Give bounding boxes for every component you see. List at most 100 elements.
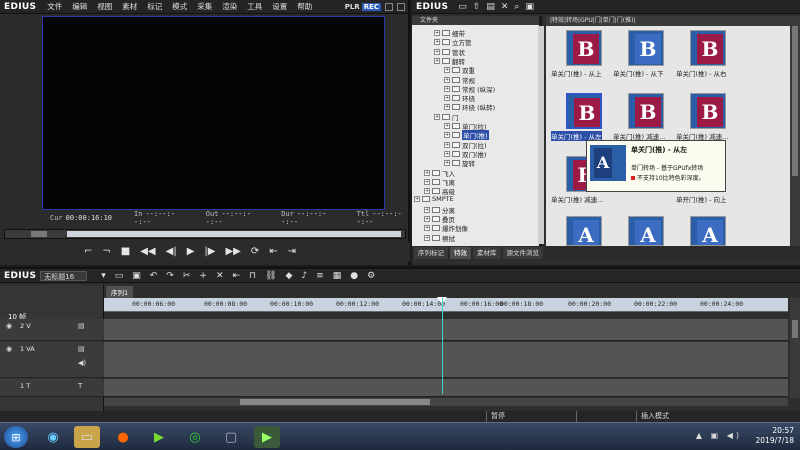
properties-icon[interactable]: ▣ — [525, 2, 534, 12]
cut-icon[interactable]: ✂ — [183, 271, 191, 281]
expand-icon[interactable]: + — [434, 30, 440, 36]
system-tray[interactable]: ▲ ▣ ◀) — [696, 431, 742, 440]
delete-icon[interactable]: ✕ — [216, 271, 224, 281]
menu-settings[interactable]: 设置 — [267, 1, 292, 12]
bin-scroll-thumb[interactable] — [792, 26, 798, 176]
playhead-line[interactable] — [442, 298, 443, 394]
tree-item[interactable]: + 擦拭 — [424, 233, 455, 243]
insert-icon[interactable]: ⇤ — [269, 247, 277, 257]
sequence-tab[interactable]: 序列1 — [106, 286, 134, 298]
menu-marker[interactable]: 标记 — [142, 1, 167, 12]
taskbar-clock[interactable]: 20:57 2019/7/18 — [756, 426, 794, 446]
tab-sequence-markers[interactable]: 序列标记 — [414, 247, 448, 259]
plr-label[interactable]: PLR — [345, 3, 360, 11]
settings-icon[interactable]: ⚙ — [367, 271, 375, 281]
track-header-1va[interactable]: ◉ 1 VA ▤ ◀) — [0, 342, 104, 378]
sequence-name-field[interactable]: 无标题16 — [40, 270, 88, 281]
step-back-icon[interactable]: ◀| — [166, 247, 177, 257]
expand-icon[interactable]: + — [424, 169, 430, 176]
menu-help[interactable]: 帮助 — [292, 1, 317, 12]
transition-thumb[interactable]: A — [628, 216, 664, 246]
track-header-1t[interactable]: 1 T T — [0, 379, 104, 397]
expand-icon[interactable]: + — [444, 85, 450, 92]
fast-forward-icon[interactable]: ▶▶ — [225, 247, 240, 257]
expand-icon[interactable]: + — [444, 76, 450, 83]
edius-taskbar-icon[interactable]: ▶ — [254, 426, 280, 448]
expand-icon[interactable]: + — [424, 206, 430, 213]
menu-capture[interactable]: 采集 — [192, 1, 217, 12]
menu-render[interactable]: 渲染 — [217, 1, 242, 12]
tab-effects[interactable]: 特效 — [450, 247, 471, 259]
expand-icon[interactable]: + — [424, 234, 430, 241]
open-project-icon[interactable]: ▭ — [115, 271, 124, 281]
rewind-icon[interactable]: ◀◀ — [140, 247, 155, 257]
vscroll-thumb[interactable] — [792, 320, 798, 338]
track-header-2v[interactable]: ◉ 2 V ▤ — [0, 319, 104, 341]
app-window-icon[interactable]: ▢ — [218, 426, 244, 448]
expand-icon[interactable]: + — [434, 39, 440, 46]
menu-mode[interactable]: 模式 — [167, 1, 192, 12]
up-folder-icon[interactable]: ⇧ — [473, 2, 481, 12]
firefox-icon[interactable]: ● — [110, 426, 136, 448]
transition-thumb[interactable]: B — [566, 30, 602, 66]
menu-clip[interactable]: 素材 — [117, 1, 142, 12]
render-icon[interactable]: ▦ — [333, 271, 342, 281]
eye-icon[interactable]: ◉ — [6, 322, 12, 330]
expand-icon[interactable]: + — [424, 188, 430, 195]
mixer-icon[interactable]: ≡ — [316, 271, 324, 281]
transition-thumb[interactable]: A — [566, 216, 602, 246]
tree-scrollbar[interactable] — [538, 26, 544, 244]
speaker-icon[interactable]: ◀) — [78, 359, 86, 367]
ripple-icon[interactable]: ⇤ — [232, 271, 240, 281]
step-forward-icon[interactable]: |▶ — [204, 247, 215, 257]
link-icon[interactable]: ⛓ — [265, 271, 276, 281]
menu-tools[interactable]: 工具 — [242, 1, 267, 12]
expand-icon[interactable]: + — [434, 57, 440, 64]
eye-icon[interactable]: ◉ — [6, 345, 12, 353]
save-icon[interactable]: ▣ — [132, 271, 141, 281]
plr-rec-switch[interactable]: PLR REC — [345, 2, 408, 11]
rec-label[interactable]: REC — [361, 2, 381, 11]
expand-icon[interactable]: + — [444, 104, 450, 111]
expand-icon[interactable]: + — [444, 132, 450, 139]
expand-icon[interactable]: + — [424, 178, 430, 185]
add-clip-icon[interactable]: + — [199, 271, 207, 281]
folder-icon[interactable]: ▭ — [458, 2, 467, 12]
media-app-icon[interactable]: ▶ — [146, 426, 172, 448]
minimize-icon[interactable] — [385, 2, 393, 11]
menu-edit[interactable]: 编辑 — [67, 1, 92, 12]
tab-bin[interactable]: 素材库 — [473, 247, 501, 259]
tab-source-browser[interactable]: 源文件浏览 — [502, 247, 543, 259]
search-icon[interactable]: ⌕ — [514, 2, 519, 12]
expand-icon[interactable]: + — [444, 160, 450, 167]
browser-icon[interactable]: ◉ — [40, 426, 66, 448]
marker-icon[interactable]: ◆ — [286, 271, 293, 281]
timeline-vscrollbar[interactable] — [790, 298, 800, 398]
expand-icon[interactable]: + — [424, 225, 430, 232]
shuttle-handle[interactable] — [31, 231, 47, 237]
record-icon[interactable]: ● — [350, 271, 358, 281]
track-lane-1t[interactable] — [104, 379, 788, 397]
hscroll-thumb[interactable] — [240, 399, 430, 405]
expand-icon[interactable]: + — [444, 67, 450, 74]
expand-icon[interactable]: + — [444, 123, 450, 129]
snap-icon[interactable]: ⊓ — [249, 271, 256, 281]
redo-icon[interactable]: ↷ — [166, 271, 174, 281]
transition-thumb[interactable]: B — [690, 30, 726, 66]
file-explorer-icon[interactable]: ▭ — [74, 426, 100, 448]
set-in-icon[interactable]: ⌐ — [84, 247, 92, 257]
transition-thumb[interactable]: B — [628, 30, 664, 66]
expand-icon[interactable]: + — [414, 196, 420, 203]
bin-scrollbar[interactable] — [790, 16, 800, 246]
timeline-hscrollbar[interactable] — [104, 398, 788, 406]
transition-thumb[interactable]: A — [690, 216, 726, 246]
transition-thumb[interactable]: B — [628, 93, 664, 129]
expand-icon[interactable]: + — [444, 150, 450, 157]
play-icon[interactable]: ▶ — [187, 247, 195, 257]
expand-icon[interactable]: + — [434, 113, 440, 120]
loop-icon[interactable]: ⟳ — [251, 247, 259, 257]
expand-icon[interactable]: + — [424, 216, 430, 222]
menu-file[interactable]: 文件 — [42, 1, 67, 12]
expand-icon[interactable]: + — [444, 95, 450, 102]
set-out-icon[interactable]: ¬ — [102, 247, 110, 257]
